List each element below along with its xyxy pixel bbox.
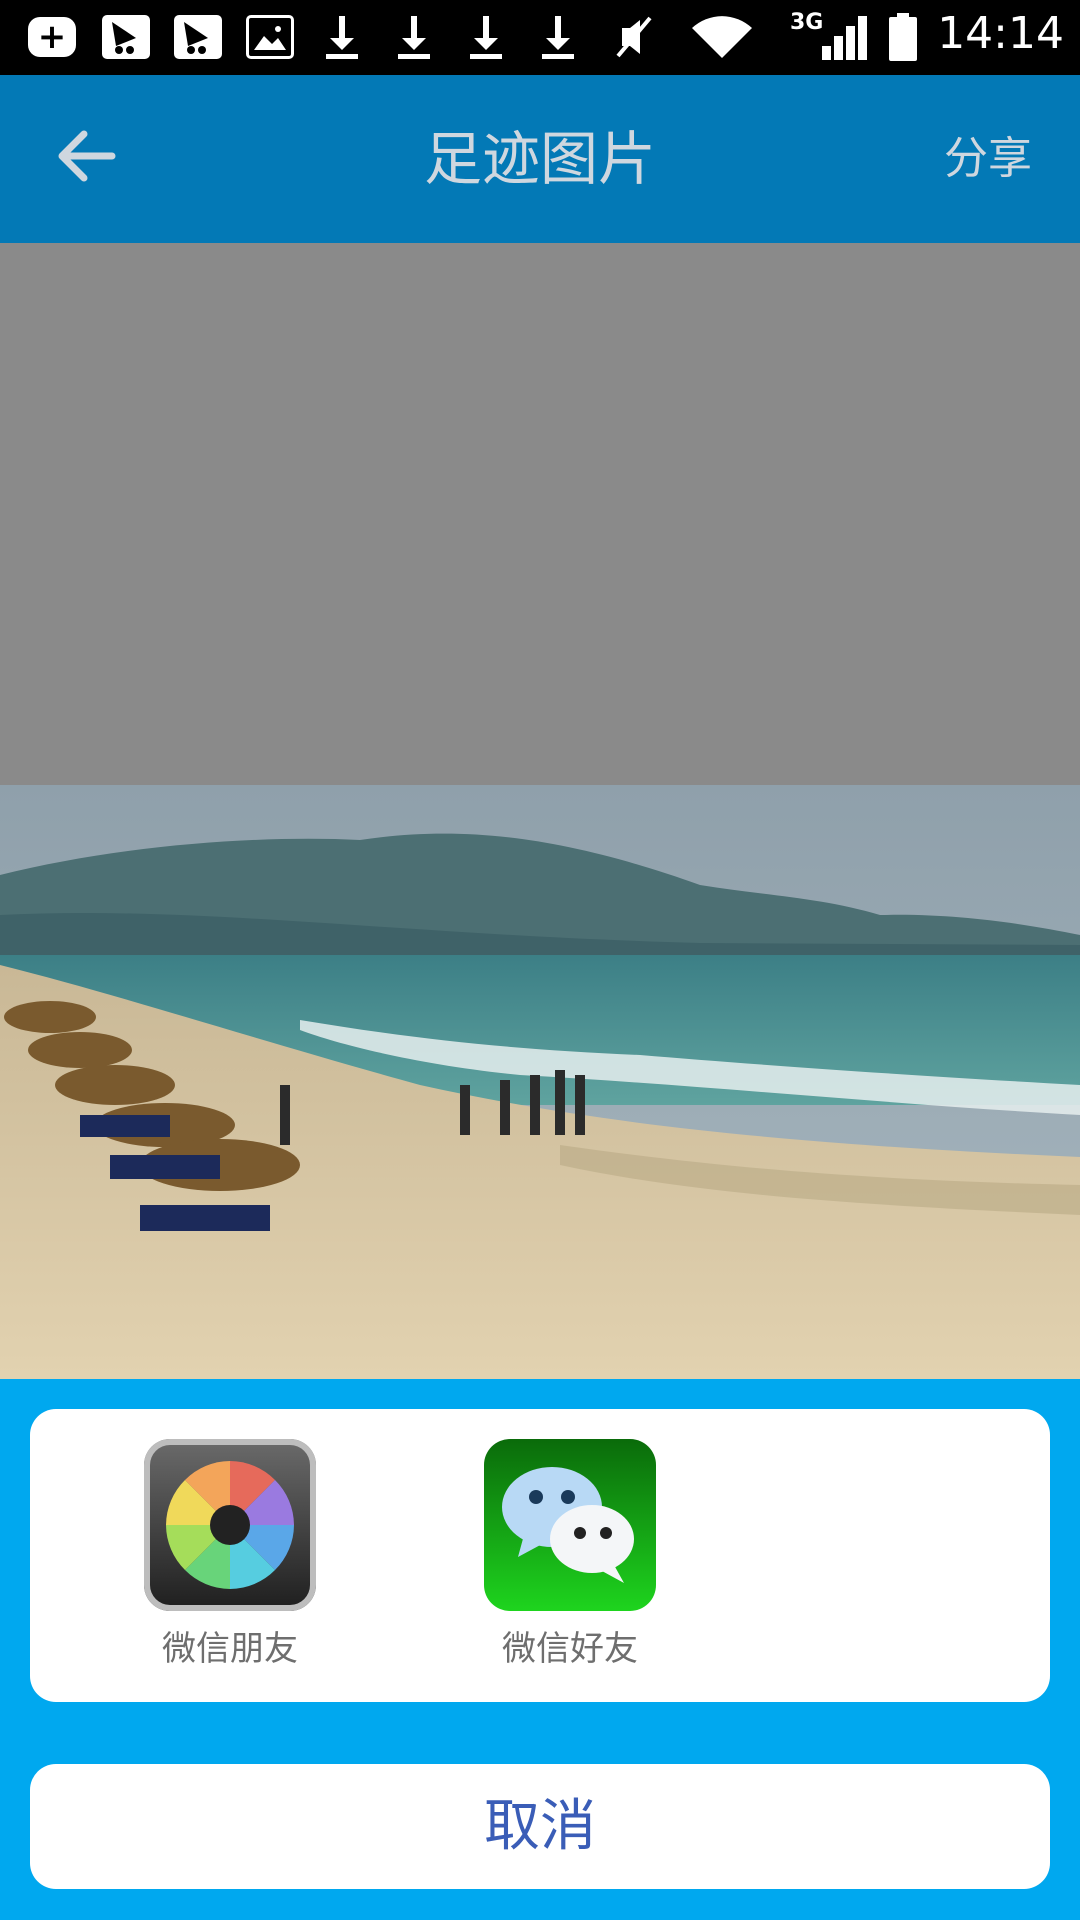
share-sheet: 微信朋友 微信好友 取消 [0,1379,1080,1920]
windsurf-notification-icon [102,14,150,60]
moments-aperture-icon [144,1439,316,1611]
plus-notification-icon: + [28,14,76,60]
download-icon [394,14,434,60]
windsurf-notification-icon [174,14,222,60]
mute-icon [612,14,656,60]
download-icon [322,14,362,60]
title-bar: 足迹图片 分享 [0,75,1080,243]
image-notification-icon [246,14,294,60]
share-button[interactable]: 分享 [944,75,1032,243]
share-wechat-friends-button[interactable]: 微信好友 [470,1439,670,1671]
arrow-left-icon [58,130,116,182]
beach-photo-image [0,785,1080,1379]
download-icon [466,14,506,60]
network-type-label: 3G [790,10,824,35]
footprint-photo [0,785,1080,1379]
wifi-icon [690,14,754,60]
battery-icon [888,13,918,61]
share-item-label: 微信好友 [502,1629,638,1669]
back-button[interactable] [50,121,140,201]
share-options-panel: 微信朋友 微信好友 [30,1409,1050,1702]
cancel-button[interactable]: 取消 [30,1764,1050,1889]
status-time: 14:14 [937,8,1064,59]
download-icon [538,14,578,60]
page-title: 足迹图片 [423,125,656,193]
share-item-label: 微信朋友 [162,1629,298,1669]
status-bar: + 3G 14:14 [0,0,1080,75]
share-wechat-moments-button[interactable]: 微信朋友 [130,1439,330,1671]
signal-icon [820,14,872,60]
wechat-chat-icon [484,1439,656,1611]
